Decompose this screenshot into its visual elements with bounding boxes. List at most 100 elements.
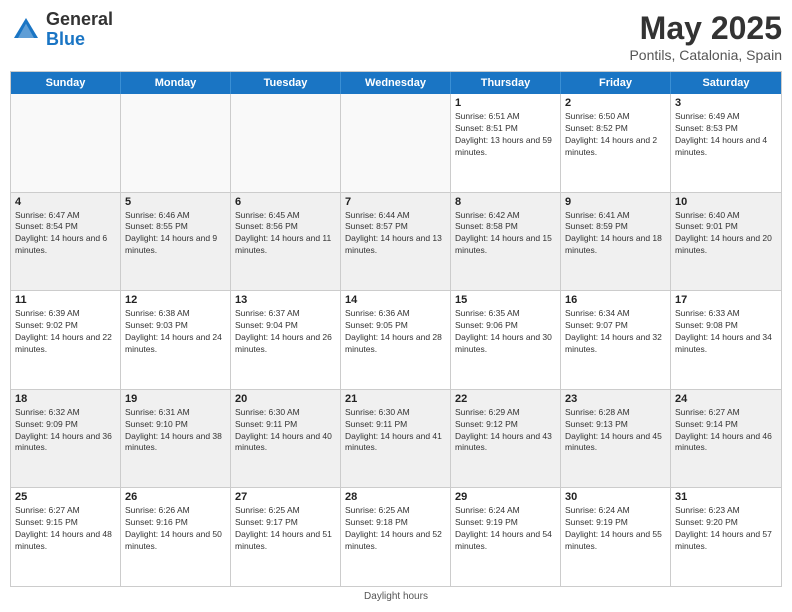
day-info-24: Sunrise: 6:27 AM Sunset: 9:14 PM Dayligh… <box>675 407 777 455</box>
day-number-30: 30 <box>565 491 666 503</box>
day-number-27: 27 <box>235 491 336 503</box>
day-number-6: 6 <box>235 196 336 208</box>
day-info-4: Sunrise: 6:47 AM Sunset: 8:54 PM Dayligh… <box>15 210 116 258</box>
day-number-11: 11 <box>15 294 116 306</box>
day-number-26: 26 <box>125 491 226 503</box>
day-cell-20: 20 Sunrise: 6:30 AM Sunset: 9:11 PM Dayli… <box>231 390 341 488</box>
day-number-29: 29 <box>455 491 556 503</box>
day-cell-4: 4 Sunrise: 6:47 AM Sunset: 8:54 PM Daylig… <box>11 193 121 291</box>
day-info-5: Sunrise: 6:46 AM Sunset: 8:55 PM Dayligh… <box>125 210 226 258</box>
day-cell-8: 8 Sunrise: 6:42 AM Sunset: 8:58 PM Daylig… <box>451 193 561 291</box>
day-info-27: Sunrise: 6:25 AM Sunset: 9:17 PM Dayligh… <box>235 505 336 553</box>
day-cell-15: 15 Sunrise: 6:35 AM Sunset: 9:06 PM Dayli… <box>451 291 561 389</box>
day-cell-22: 22 Sunrise: 6:29 AM Sunset: 9:12 PM Dayli… <box>451 390 561 488</box>
subtitle: Pontils, Catalonia, Spain <box>629 47 782 63</box>
day-info-11: Sunrise: 6:39 AM Sunset: 9:02 PM Dayligh… <box>15 308 116 356</box>
day-cell-9: 9Sunrise: 6:41 AM Sunset: 8:59 PM Daylig… <box>561 193 671 291</box>
day-info-20: Sunrise: 6:30 AM Sunset: 9:11 PM Dayligh… <box>235 407 336 455</box>
day-info-17: Sunrise: 6:33 AM Sunset: 9:08 PM Dayligh… <box>675 308 777 356</box>
day-cell-17: 17Sunrise: 6:33 AM Sunset: 9:08 PM Dayli… <box>671 291 781 389</box>
calendar-body: 1 Sunrise: 6:51 AM Sunset: 8:51 PM Daylig… <box>11 94 781 586</box>
day-cell-7: 7 Sunrise: 6:44 AM Sunset: 8:57 PM Daylig… <box>341 193 451 291</box>
day-number-25: 25 <box>15 491 116 503</box>
day-cell-18: 18 Sunrise: 6:32 AM Sunset: 9:09 PM Dayli… <box>11 390 121 488</box>
day-number-14: 14 <box>345 294 446 306</box>
day-info-31: Sunrise: 6:23 AM Sunset: 9:20 PM Dayligh… <box>675 505 777 553</box>
day-cell-29: 29 Sunrise: 6:24 AM Sunset: 9:19 PM Dayli… <box>451 488 561 586</box>
day-cell-5: 5 Sunrise: 6:46 AM Sunset: 8:55 PM Daylig… <box>121 193 231 291</box>
day-number-3: 3 <box>675 97 777 109</box>
day-number-22: 22 <box>455 393 556 405</box>
week-row-2: 4 Sunrise: 6:47 AM Sunset: 8:54 PM Daylig… <box>11 193 781 292</box>
day-number-2: 2 <box>565 97 666 109</box>
day-cell-2: 2Sunrise: 6:50 AM Sunset: 8:52 PM Daylig… <box>561 94 671 192</box>
day-info-18: Sunrise: 6:32 AM Sunset: 9:09 PM Dayligh… <box>15 407 116 455</box>
day-info-30: Sunrise: 6:24 AM Sunset: 9:19 PM Dayligh… <box>565 505 666 553</box>
empty-cell <box>231 94 341 192</box>
day-cell-16: 16Sunrise: 6:34 AM Sunset: 9:07 PM Dayli… <box>561 291 671 389</box>
day-cell-6: 6 Sunrise: 6:45 AM Sunset: 8:56 PM Daylig… <box>231 193 341 291</box>
day-cell-25: 25Sunrise: 6:27 AM Sunset: 9:15 PM Dayli… <box>11 488 121 586</box>
day-info-10: Sunrise: 6:40 AM Sunset: 9:01 PM Dayligh… <box>675 210 777 258</box>
day-cell-3: 3 Sunrise: 6:49 AM Sunset: 8:53 PM Daylig… <box>671 94 781 192</box>
day-number-18: 18 <box>15 393 116 405</box>
day-info-6: Sunrise: 6:45 AM Sunset: 8:56 PM Dayligh… <box>235 210 336 258</box>
day-info-12: Sunrise: 6:38 AM Sunset: 9:03 PM Dayligh… <box>125 308 226 356</box>
header-tuesday: Tuesday <box>231 72 341 94</box>
header-friday: Friday <box>561 72 671 94</box>
day-info-19: Sunrise: 6:31 AM Sunset: 9:10 PM Dayligh… <box>125 407 226 455</box>
day-cell-11: 11 Sunrise: 6:39 AM Sunset: 9:02 PM Dayli… <box>11 291 121 389</box>
week-row-3: 11 Sunrise: 6:39 AM Sunset: 9:02 PM Dayli… <box>11 291 781 390</box>
day-number-20: 20 <box>235 393 336 405</box>
day-cell-21: 21Sunrise: 6:30 AM Sunset: 9:11 PM Dayli… <box>341 390 451 488</box>
logo: General Blue <box>10 10 113 50</box>
day-info-8: Sunrise: 6:42 AM Sunset: 8:58 PM Dayligh… <box>455 210 556 258</box>
day-cell-30: 30 Sunrise: 6:24 AM Sunset: 9:19 PM Dayli… <box>561 488 671 586</box>
day-info-26: Sunrise: 6:26 AM Sunset: 9:16 PM Dayligh… <box>125 505 226 553</box>
day-number-10: 10 <box>675 196 777 208</box>
header-monday: Monday <box>121 72 231 94</box>
day-number-8: 8 <box>455 196 556 208</box>
week-row-4: 18 Sunrise: 6:32 AM Sunset: 9:09 PM Dayli… <box>11 390 781 489</box>
day-number-19: 19 <box>125 393 226 405</box>
header-sunday: Sunday <box>11 72 121 94</box>
day-number-5: 5 <box>125 196 226 208</box>
day-number-7: 7 <box>345 196 446 208</box>
day-info-29: Sunrise: 6:24 AM Sunset: 9:19 PM Dayligh… <box>455 505 556 553</box>
day-number-9: 9 <box>565 196 666 208</box>
day-number-23: 23 <box>565 393 666 405</box>
day-info-28: Sunrise: 6:25 AM Sunset: 9:18 PM Dayligh… <box>345 505 446 553</box>
title-block: May 2025 Pontils, Catalonia, Spain <box>629 10 782 63</box>
day-number-1: 1 <box>455 97 556 109</box>
day-info-14: Sunrise: 6:36 AM Sunset: 9:05 PM Dayligh… <box>345 308 446 356</box>
day-number-4: 4 <box>15 196 116 208</box>
day-info-7: Sunrise: 6:44 AM Sunset: 8:57 PM Dayligh… <box>345 210 446 258</box>
day-cell-28: 28 Sunrise: 6:25 AM Sunset: 9:18 PM Dayli… <box>341 488 451 586</box>
day-cell-26: 26 Sunrise: 6:26 AM Sunset: 9:16 PM Dayli… <box>121 488 231 586</box>
day-info-22: Sunrise: 6:29 AM Sunset: 9:12 PM Dayligh… <box>455 407 556 455</box>
empty-cell <box>11 94 121 192</box>
day-info-21: Sunrise: 6:30 AM Sunset: 9:11 PM Dayligh… <box>345 407 446 455</box>
day-number-28: 28 <box>345 491 446 503</box>
footer-note: Daylight hours <box>10 591 782 602</box>
page-header: General Blue May 2025 Pontils, Catalonia… <box>10 10 782 63</box>
day-number-31: 31 <box>675 491 777 503</box>
day-info-1: Sunrise: 6:51 AM Sunset: 8:51 PM Dayligh… <box>455 111 556 159</box>
day-cell-23: 23Sunrise: 6:28 AM Sunset: 9:13 PM Dayli… <box>561 390 671 488</box>
day-info-15: Sunrise: 6:35 AM Sunset: 9:06 PM Dayligh… <box>455 308 556 356</box>
day-number-15: 15 <box>455 294 556 306</box>
day-number-12: 12 <box>125 294 226 306</box>
calendar-header: Sunday Monday Tuesday Wednesday Thursday… <box>11 72 781 94</box>
logo-general: General <box>46 10 113 30</box>
day-number-24: 24 <box>675 393 777 405</box>
day-cell-10: 10 Sunrise: 6:40 AM Sunset: 9:01 PM Dayli… <box>671 193 781 291</box>
empty-cell <box>341 94 451 192</box>
day-cell-24: 24 Sunrise: 6:27 AM Sunset: 9:14 PM Dayli… <box>671 390 781 488</box>
empty-cell <box>121 94 231 192</box>
day-number-13: 13 <box>235 294 336 306</box>
day-cell-1: 1 Sunrise: 6:51 AM Sunset: 8:51 PM Daylig… <box>451 94 561 192</box>
day-info-3: Sunrise: 6:49 AM Sunset: 8:53 PM Dayligh… <box>675 111 777 159</box>
day-cell-31: 31 Sunrise: 6:23 AM Sunset: 9:20 PM Dayli… <box>671 488 781 586</box>
header-wednesday: Wednesday <box>341 72 451 94</box>
day-info-16: Sunrise: 6:34 AM Sunset: 9:07 PM Dayligh… <box>565 308 666 356</box>
